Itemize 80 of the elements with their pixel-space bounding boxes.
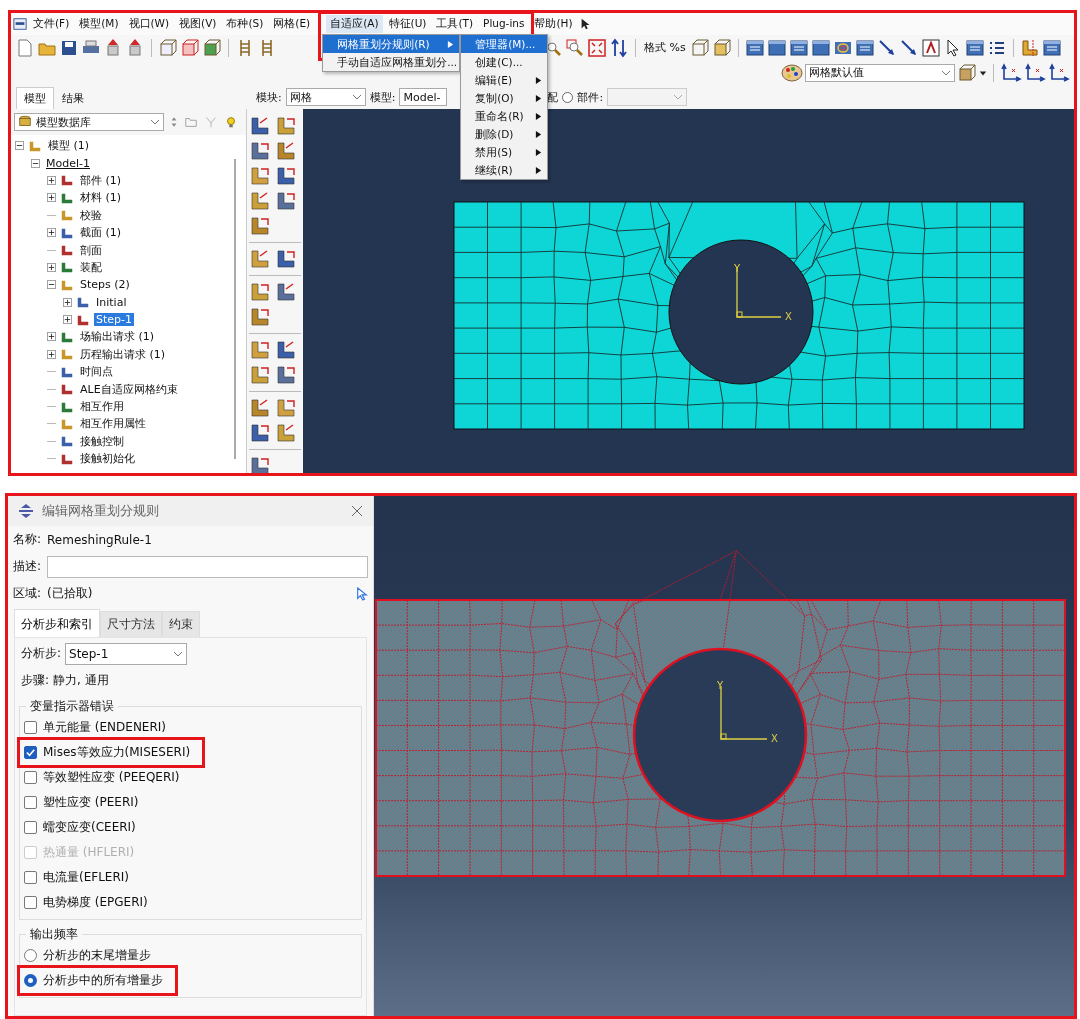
menu-item[interactable]: 删除(D) (461, 125, 548, 143)
tree-item[interactable]: Model-1 (44, 156, 92, 170)
menu-item[interactable]: 管理器(M)... (461, 35, 548, 53)
checkbox-label: 电势梯度 (EPGERI) (43, 894, 148, 911)
menu-item[interactable]: 帮助(H) (530, 15, 577, 33)
tab[interactable]: 约束 (162, 611, 200, 637)
procedure-value: 静力, 通用 (53, 672, 109, 689)
assembly-label: 配 (547, 89, 559, 105)
rule-name: RemeshingRule-1 (47, 532, 152, 547)
group-title: 变量指示器错误 (29, 698, 115, 715)
menu-item[interactable]: 创建(C)... (461, 53, 548, 71)
menu-item[interactable]: 复制(O) (461, 89, 548, 107)
axis-label: X (771, 733, 778, 744)
menu-item[interactable]: 重命名(R) (461, 107, 548, 125)
tree-item[interactable]: ALE自适应网格约束 (78, 381, 180, 397)
description-label: 描述: (13, 558, 42, 575)
menu-item[interactable]: 特征(U) (384, 15, 431, 33)
module-label: 模块: (256, 89, 282, 105)
tree-item[interactable]: Steps (2) (78, 278, 132, 292)
dialog-title: 编辑网格重划分规则 (42, 502, 159, 520)
tree-item[interactable]: 材料 (1) (78, 190, 124, 206)
module-dropdown[interactable]: 网格 (285, 88, 366, 106)
tree-item[interactable]: 接触初始化 (78, 451, 137, 467)
tree-item[interactable]: 相互作用属性 (78, 416, 148, 432)
menu-item[interactable]: 工具(T) (432, 15, 478, 33)
tree-item[interactable]: 剖面 (78, 242, 104, 258)
tab[interactable]: 尺寸方法 (100, 611, 162, 637)
menu-item[interactable]: 自适应(A) (326, 15, 383, 33)
part-label: 部件: (577, 89, 604, 105)
tree-item[interactable]: 接触控制 (78, 433, 126, 449)
checkbox-label: 塑性应变 (PEERI) (43, 794, 139, 811)
menu-item[interactable]: 网格(E) (269, 15, 315, 33)
tab[interactable]: 模型 (16, 87, 54, 109)
render-style-dropdown[interactable]: 网格默认值 (805, 63, 955, 82)
radio-label: 分析步中的所有增量步 (43, 972, 163, 989)
axis-label: X (785, 311, 792, 322)
tree-item[interactable]: Initial (94, 295, 129, 309)
tree-item[interactable]: 校验 (78, 207, 104, 223)
menu-item[interactable]: 继续(R) (461, 161, 548, 179)
menu-item[interactable]: 模型(M) (75, 15, 123, 33)
checkbox-label: Mises等效应力(MISESERI) (43, 744, 191, 761)
menu-item[interactable]: Plug-ins (479, 15, 529, 33)
tree-item[interactable]: 部件 (1) (78, 172, 124, 188)
format-label[interactable]: 格式 %s (642, 40, 688, 55)
tree-item[interactable]: 时间点 (78, 364, 115, 380)
checkbox-label: 热通量 (HFLERI) (43, 844, 135, 861)
menu-item[interactable]: 文件(F) (29, 15, 74, 33)
model-label: 模型: (369, 89, 396, 105)
tree-item[interactable]: 场输出请求 (1) (78, 329, 157, 345)
step-label: 分析步: (21, 645, 62, 662)
checkbox-label: 单元能量 (ENDENERI) (43, 719, 166, 736)
procedure-label: 步骤: (21, 672, 50, 689)
region-label: 区域: (13, 585, 42, 602)
tab[interactable]: 分析步和索引 (14, 609, 100, 637)
model-dropdown[interactable]: Model- (399, 88, 448, 106)
axis-label: Y (717, 680, 724, 691)
checkbox-label: 蠕变应变(CEERI) (43, 819, 136, 836)
name-label: 名称: (13, 531, 42, 548)
tree-item[interactable]: 相互作用 (78, 399, 126, 415)
tree-item[interactable]: 历程输出请求 (1) (78, 346, 168, 362)
checkbox-label: 等效塑性应变 (PEEQERI) (43, 769, 180, 786)
tree-item[interactable]: 模型 (1) (46, 138, 92, 154)
step-dropdown[interactable]: Step-1 (65, 642, 188, 665)
tree-item[interactable]: 截面 (1) (78, 225, 124, 241)
menu-item[interactable]: 视口(W) (124, 15, 174, 33)
region-value: (已拾取) (47, 585, 93, 602)
tree-item[interactable]: Step-1 (94, 313, 134, 327)
radio-label: 分析步的末尾增量步 (43, 947, 151, 964)
menu-item[interactable]: 布种(S) (222, 15, 268, 33)
checkbox-label: 电流量(EFLERI) (43, 869, 129, 886)
group-title: 输出频率 (29, 926, 79, 943)
menu-item[interactable]: 视图(V) (175, 15, 221, 33)
tab[interactable]: 结果 (54, 87, 92, 109)
menu-item[interactable]: 网格重划分规则(R) (323, 35, 460, 53)
axis-label: Y (734, 263, 741, 274)
tree-item[interactable]: 装配 (78, 259, 104, 275)
menu-item[interactable]: 编辑(E) (461, 71, 548, 89)
menu-item[interactable]: 手动自适应网格重划分... (323, 53, 460, 71)
menu-item[interactable]: 禁用(S) (461, 143, 548, 161)
database-dropdown[interactable]: 模型数据库 (14, 113, 164, 131)
